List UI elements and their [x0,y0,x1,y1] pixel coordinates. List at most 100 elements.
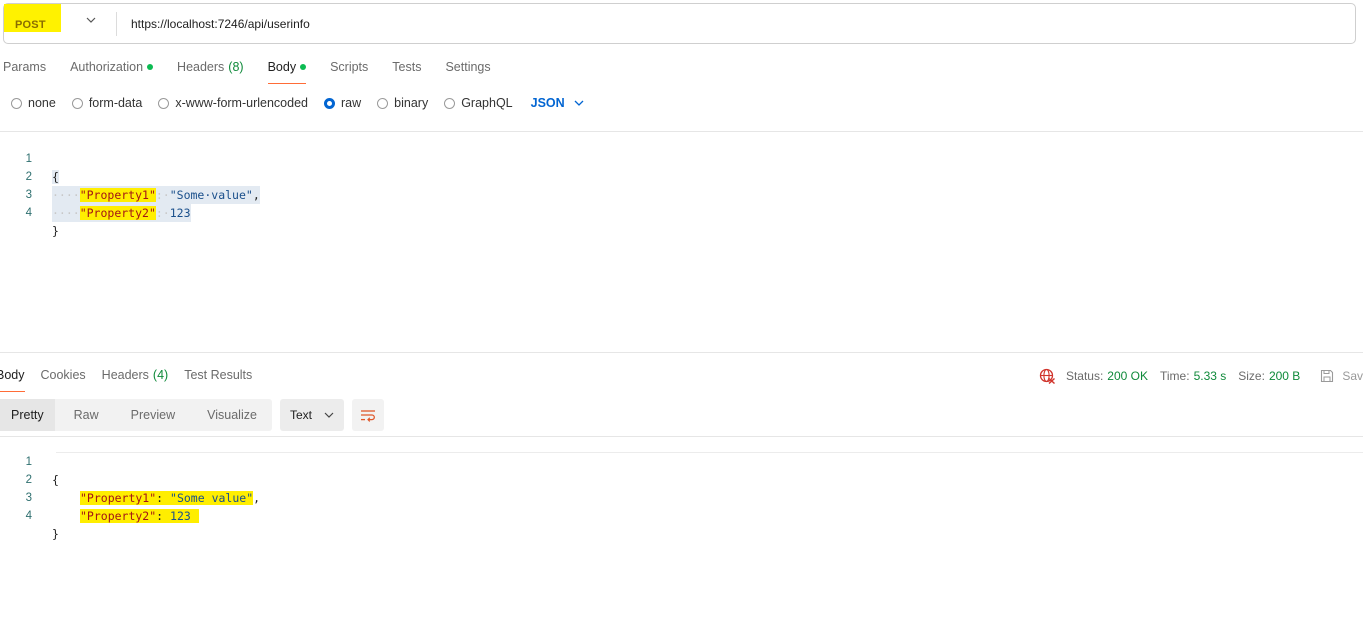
code-text: } [52,224,59,238]
body-type-graphql[interactable]: GraphQL [444,96,513,110]
body-type-raw[interactable]: raw [324,96,361,110]
code-token: { [52,170,59,184]
request-tabs: Params Authorization Headers (8) Body Scr… [3,58,515,84]
tab-tests[interactable]: Tests [392,58,421,84]
radio-icon[interactable] [444,97,456,109]
body-type-urlencoded[interactable]: x-www-form-urlencoded [158,96,308,110]
radio-icon[interactable] [71,97,83,109]
code-line: 2 ····"Property1":·"Some·value", [0,150,260,204]
radio-icon[interactable] [377,97,389,109]
url-input[interactable]: https://localhost:7246/api/userinfo [131,17,310,31]
tab-settings[interactable]: Settings [445,58,490,84]
wrap-lines-icon [360,410,375,422]
response-format-select[interactable]: Text [279,399,344,431]
active-line-marker [56,452,1363,453]
tab-count: (8) [228,60,244,74]
body-type-form-data[interactable]: form-data [71,96,143,110]
status-dot-icon [300,64,307,70]
radio-icon[interactable] [11,97,22,109]
colon: :· [155,188,170,202]
tab-label: Headers [177,60,225,74]
radio-label: GraphQL [461,96,513,110]
json-key: "Property2" [79,206,156,220]
save-response-button[interactable]: Sav [1320,369,1363,383]
chevron-down-icon [324,412,334,418]
tab-label: Params [3,60,47,74]
tab-response-body[interactable]: Body [0,366,25,392]
tab-response-headers[interactable]: Headers (4) [102,366,169,392]
tab-scripts[interactable]: Scripts [330,58,368,84]
colon: : [156,491,171,505]
indent-marker: ···· [52,188,80,202]
response-time[interactable]: Time: 5.33 s [1160,369,1226,383]
tab-label: Authorization [70,60,144,74]
code-line: 4 } [0,186,59,238]
comma: , [253,491,261,505]
json-string: "Some·value" [169,188,253,202]
comma: , [252,188,260,202]
tab-label: Headers [101,368,149,382]
json-key: "Property1" [80,491,157,505]
size-label: Size: [1238,369,1265,383]
status-value: 200 OK [1107,369,1148,383]
body-type-binary[interactable]: binary [377,96,428,110]
divider [0,436,1363,437]
request-body-editor[interactable]: 1 { 2 ····"Property1":·"Some·value", 3 ·… [0,132,260,238]
code-text: ····"Property2":·123 [52,204,191,222]
radio-checked-icon[interactable] [324,97,335,109]
tab-label: Body [267,60,297,74]
colon: : [156,509,171,523]
tab-count: (4) [152,368,169,382]
globe-error-icon[interactable] [1039,368,1055,384]
status-code[interactable]: Status: 200 OK [1066,369,1148,383]
radio-label: x-www-form-urlencoded [175,96,308,110]
view-mode-visualize[interactable]: Visualize [196,399,268,431]
method-label: POST [15,19,46,31]
tab-authorization[interactable]: Authorization [70,58,154,84]
save-label: Sav [1342,369,1363,383]
view-mode-preview[interactable]: Preview [120,399,186,431]
response-tabs: Body Cookies Headers (4) Test Results [0,366,268,392]
time-label: Time: [1160,369,1190,383]
json-number: 123 [169,206,191,220]
size-value: 200 B [1268,369,1301,383]
radio-label: form-data [88,96,143,110]
response-size[interactable]: Size: 200 B [1238,369,1300,383]
pane-divider[interactable] [0,352,1363,353]
tab-label: Scripts [330,60,369,74]
view-mode-raw[interactable]: Raw [63,399,110,431]
indent-marker: ···· [52,206,80,220]
radio-icon[interactable] [158,97,170,109]
tab-label: Tests [392,60,422,74]
view-mode-pretty[interactable]: Pretty [0,399,55,431]
tab-label: Test Results [184,368,253,382]
body-format-select[interactable]: JSON [531,96,584,110]
method-select[interactable]: POST [4,4,112,43]
tab-params[interactable]: Params [3,58,46,84]
response-body-viewer[interactable]: 1 { 2 "Property1": "Some value", 3 "Prop… [0,435,260,541]
status-label: Status: [1065,369,1104,383]
tab-cookies[interactable]: Cookies [41,366,86,392]
code-line: 3 ····"Property2":·123 [0,168,191,222]
format-label: Text [289,408,312,422]
tab-headers[interactable]: Headers (8) [177,58,244,84]
body-format-label: JSON [530,96,565,110]
code-text: "Property1": "Some value", [80,489,260,507]
body-type-none[interactable]: none [11,96,56,110]
code-line: 4 } [0,489,59,541]
tab-label: Settings [445,60,491,74]
response-status: Status: 200 OK Time: 5.33 s Size: 200 B Sav [1039,366,1363,386]
tab-test-results[interactable]: Test Results [184,366,252,392]
save-icon [1321,369,1334,383]
url-divider [116,11,117,36]
status-dot-icon [147,64,154,70]
wrap-lines-button[interactable] [351,399,384,431]
radio-label: raw [341,96,362,110]
code-text: } [52,527,59,541]
tab-body[interactable]: Body [267,58,307,84]
radio-label: binary [394,96,429,110]
json-string: "Some value" [170,491,254,505]
view-mode-group: Pretty Raw Preview Visualize [0,399,272,431]
tab-label: Cookies [40,368,86,382]
json-key: "Property1" [79,188,156,202]
